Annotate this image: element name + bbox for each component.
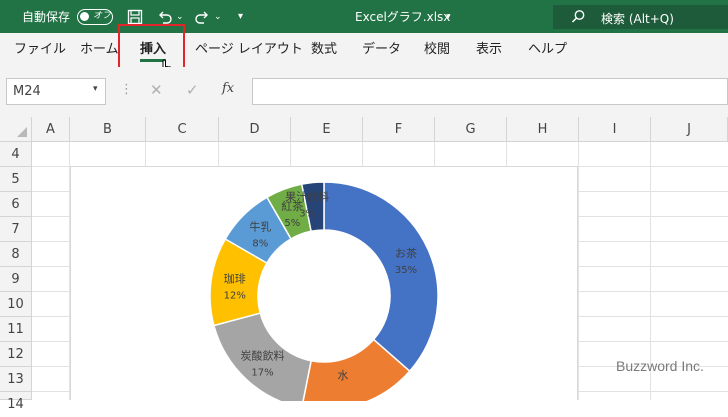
formula-input[interactable] bbox=[252, 78, 728, 105]
function-icon[interactable]: fx bbox=[222, 81, 234, 96]
autosave-toggle[interactable]: オフ bbox=[77, 9, 113, 25]
tab-review[interactable]: 校閲 bbox=[424, 33, 450, 67]
doughnut-chart[interactable]: お茶 35% 水炭酸飲料 17% 珈琲 12% 牛乳 8% 紅茶 5% 果汁飲料 3% bbox=[70, 166, 578, 411]
cancel-icon[interactable]: ✕ bbox=[150, 81, 163, 99]
row-header[interactable]: 6 bbox=[0, 192, 32, 217]
column-header[interactable]: J bbox=[651, 117, 728, 142]
insert-tab-highlight bbox=[118, 24, 185, 72]
row-header[interactable]: 8 bbox=[0, 242, 32, 267]
column-header[interactable]: B bbox=[70, 117, 146, 142]
title-dropdown-icon[interactable]: ▾ bbox=[446, 0, 451, 33]
column-header[interactable]: E bbox=[291, 117, 363, 142]
column-header[interactable]: G bbox=[435, 117, 507, 142]
search-icon bbox=[571, 9, 586, 27]
doughnut-chart-svg: お茶35%水炭酸飲料17%珈琲12%牛乳8%紅茶5%果汁飲料3% bbox=[209, 181, 439, 411]
tab-formulas[interactable]: 数式 bbox=[311, 33, 337, 67]
tab-view[interactable]: 表示 bbox=[476, 33, 502, 67]
name-box-value: M24 bbox=[13, 84, 41, 99]
autosave-label: 自動保存 bbox=[22, 10, 71, 24]
search-box[interactable]: 検索 (Alt+Q) bbox=[553, 5, 728, 29]
gridline bbox=[578, 142, 579, 400]
row-header[interactable]: 5 bbox=[0, 167, 32, 192]
data-label-value: 12% bbox=[224, 290, 246, 301]
autosave-state: オフ bbox=[93, 11, 112, 21]
row-header[interactable]: 4 bbox=[0, 142, 32, 167]
data-label-value: 8% bbox=[252, 238, 268, 249]
window-title: Excelグラフ.xlsx bbox=[355, 10, 451, 24]
title-bar: 自動保存 オフ ⌄ ⌄ ▾ Excelグラフ.xlsx ▾ 検索 (Alt+Q) bbox=[0, 0, 728, 33]
column-header[interactable]: A bbox=[32, 117, 70, 142]
data-label-category: 果汁飲料 bbox=[285, 189, 329, 203]
data-label-value: 17% bbox=[251, 368, 273, 379]
name-box[interactable]: M24 ▾ bbox=[6, 78, 106, 105]
row-header[interactable]: 7 bbox=[0, 217, 32, 242]
tab-data[interactable]: データ bbox=[362, 33, 401, 67]
redo-dropdown-icon[interactable]: ⌄ bbox=[214, 0, 222, 33]
row-header[interactable]: 10 bbox=[0, 292, 32, 317]
data-label-category: 牛乳 bbox=[249, 219, 271, 233]
column-header[interactable]: F bbox=[363, 117, 435, 142]
row-header[interactable]: 13 bbox=[0, 367, 32, 392]
row-header[interactable]: 12 bbox=[0, 342, 32, 367]
tab-file[interactable]: ファイル bbox=[14, 33, 66, 67]
row-header[interactable]: 14 bbox=[0, 392, 32, 412]
row-header[interactable]: 9 bbox=[0, 267, 32, 292]
redo-icon[interactable] bbox=[194, 0, 210, 33]
customize-qat-icon[interactable]: ▾ bbox=[238, 0, 243, 33]
row-header[interactable]: 11 bbox=[0, 317, 32, 342]
ribbon-tabs: ファイル ホーム 挿入 ページ レイアウト 数式 データ 校閲 表示 ヘルプ bbox=[0, 33, 728, 68]
data-label-category: 珈琲 bbox=[224, 271, 246, 285]
toggle-knob bbox=[80, 12, 89, 21]
column-header[interactable]: C bbox=[146, 117, 219, 142]
data-label-category: お茶 bbox=[395, 247, 417, 260]
more-options-icon: ⋮ bbox=[120, 82, 133, 97]
search-label: 検索 (Alt+Q) bbox=[601, 12, 674, 26]
name-box-dropdown-icon[interactable]: ▾ bbox=[93, 84, 98, 94]
column-header[interactable]: H bbox=[507, 117, 579, 142]
data-label-value: 35% bbox=[395, 265, 417, 276]
column-header[interactable]: I bbox=[579, 117, 651, 142]
data-label-category: 水 bbox=[337, 369, 348, 382]
enter-icon[interactable]: ✓ bbox=[186, 81, 199, 99]
watermark: Buzzword Inc. bbox=[616, 358, 704, 374]
column-header[interactable]: D bbox=[219, 117, 291, 142]
tab-page-layout[interactable]: ページ レイアウト bbox=[195, 33, 303, 67]
data-label-category: 炭酸飲料 bbox=[240, 349, 284, 363]
select-all-corner[interactable] bbox=[0, 117, 32, 142]
data-label-value: 5% bbox=[284, 218, 300, 229]
data-label-value: 3% bbox=[299, 208, 315, 219]
doughnut-slice[interactable] bbox=[323, 181, 439, 373]
tab-home[interactable]: ホーム bbox=[80, 33, 119, 67]
tab-help[interactable]: ヘルプ bbox=[528, 33, 567, 67]
